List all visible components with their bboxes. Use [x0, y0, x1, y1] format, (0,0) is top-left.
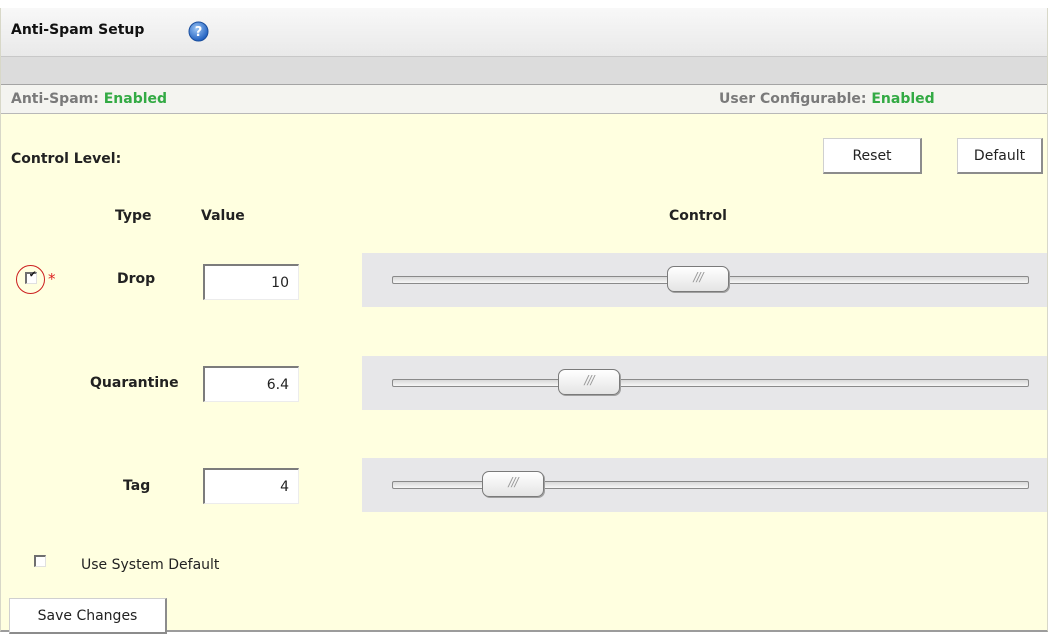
quarantine-slider-thumb[interactable]: ///: [558, 369, 620, 395]
tag-slider-row: ///: [362, 458, 1047, 512]
tag-type-label: Tag: [123, 478, 151, 494]
quarantine-type-label: Quarantine: [90, 375, 179, 391]
tag-slider-thumb[interactable]: ///: [482, 471, 544, 497]
page-title: Anti-Spam Setup: [11, 22, 145, 38]
drop-value-input[interactable]: [203, 264, 299, 300]
grip-icon: ///: [508, 475, 518, 489]
quarantine-slider-track[interactable]: [392, 379, 1029, 387]
tag-value-input[interactable]: [203, 468, 299, 504]
drop-enable-checkbox[interactable]: ✔: [25, 270, 37, 284]
user-configurable-value: Enabled: [871, 91, 935, 107]
svg-text:?: ?: [195, 25, 203, 40]
reset-button[interactable]: Reset: [823, 138, 922, 174]
default-button[interactable]: Default: [957, 138, 1043, 174]
drop-type-label: Drop: [117, 271, 156, 287]
help-icon[interactable]: ?: [188, 21, 209, 42]
grip-icon: ///: [584, 373, 594, 387]
grip-icon: ///: [693, 270, 703, 284]
column-header-type: Type: [115, 208, 152, 224]
anti-spam-status: Anti-Spam: Enabled: [11, 91, 167, 107]
anti-spam-status-label: Anti-Spam:: [11, 91, 104, 107]
user-configurable-label: User Configurable:: [719, 91, 872, 107]
quarantine-value-input[interactable]: [203, 366, 299, 402]
use-system-default-checkbox[interactable]: [34, 555, 46, 567]
anti-spam-panel: Anti-Spam Setup ? Anti-Spam: Enabled Use…: [0, 8, 1048, 634]
panel-header: Anti-Spam Setup ?: [1, 8, 1047, 57]
drop-slider-thumb[interactable]: ///: [667, 266, 729, 292]
drop-slider-row: ///: [362, 253, 1047, 307]
user-configurable-status: User Configurable: Enabled: [719, 91, 935, 107]
check-mark-icon: ✔: [29, 270, 37, 280]
anti-spam-status-value: Enabled: [103, 91, 168, 107]
required-asterisk: *: [48, 270, 56, 288]
quarantine-slider-row: ///: [362, 356, 1047, 410]
use-system-default-label: Use System Default: [81, 557, 220, 573]
column-header-value: Value: [201, 208, 245, 224]
header-divider-band: [1, 57, 1047, 85]
status-bar: Anti-Spam: Enabled User Configurable: En…: [1, 85, 1047, 114]
control-level-label: Control Level:: [11, 151, 122, 167]
save-changes-button[interactable]: Save Changes: [9, 598, 167, 634]
column-header-control: Control: [669, 208, 727, 224]
